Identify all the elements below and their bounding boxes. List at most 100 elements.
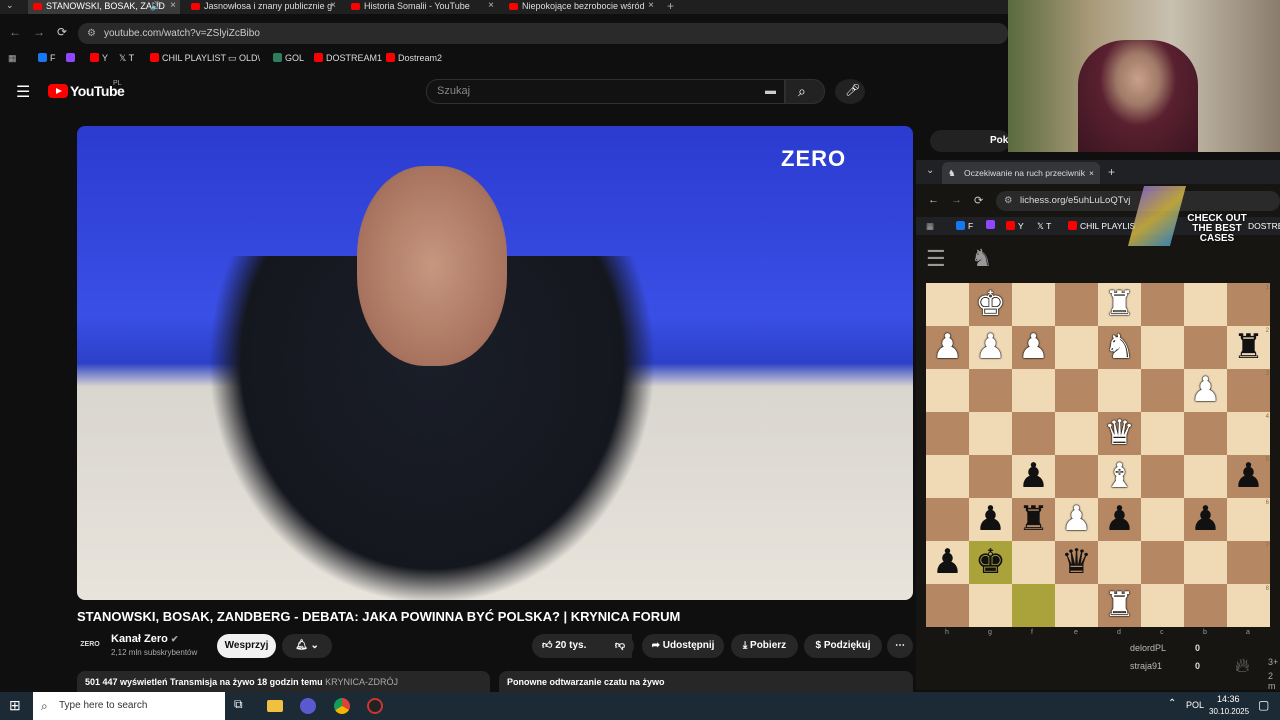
board-square[interactable] bbox=[1055, 326, 1098, 369]
board-square[interactable] bbox=[1184, 283, 1227, 326]
reload-icon[interactable]: ⟳ bbox=[974, 194, 983, 207]
tab-list-menu-icon[interactable]: ⌄ bbox=[6, 0, 14, 11]
bookmark-twitch[interactable] bbox=[66, 50, 78, 66]
address-bar[interactable]: ⚙ youtube.com/watch?v=ZSlyiZcBibo bbox=[78, 23, 1008, 44]
chess-piece[interactable]: ♝ bbox=[1098, 455, 1141, 498]
notifications-icon[interactable]: ▢ bbox=[1258, 698, 1269, 712]
chess-piece[interactable]: ♟ bbox=[1184, 498, 1227, 541]
chess-piece[interactable]: ♟ bbox=[969, 498, 1012, 541]
close-icon[interactable]: × bbox=[648, 0, 654, 12]
board-square[interactable] bbox=[1012, 541, 1055, 584]
board-square[interactable] bbox=[1055, 455, 1098, 498]
board-square[interactable] bbox=[1098, 369, 1141, 412]
board-square[interactable] bbox=[1227, 283, 1270, 326]
chess-piece[interactable]: ♜ bbox=[1098, 584, 1141, 627]
board-square[interactable] bbox=[1055, 369, 1098, 412]
clock-time[interactable]: 14:36 bbox=[1217, 694, 1240, 704]
board-square[interactable] bbox=[926, 584, 969, 627]
board-square[interactable] bbox=[1141, 326, 1184, 369]
board-square[interactable] bbox=[1184, 455, 1227, 498]
board-square[interactable] bbox=[926, 369, 969, 412]
share-button[interactable]: ➦ Udostępnij bbox=[642, 634, 724, 658]
board-square[interactable] bbox=[1012, 283, 1055, 326]
tray-arrow-icon[interactable]: ⌃ bbox=[1168, 698, 1176, 709]
board-square[interactable] bbox=[969, 412, 1012, 455]
chess-piece[interactable]: ♞ bbox=[1098, 326, 1141, 369]
board-square[interactable] bbox=[1055, 584, 1098, 627]
board-square[interactable] bbox=[1227, 541, 1270, 584]
more-button[interactable]: ⋯ bbox=[887, 634, 913, 658]
youtube-logo-icon[interactable] bbox=[48, 84, 68, 98]
board-square[interactable] bbox=[1012, 584, 1055, 627]
chess-piece[interactable]: ♟ bbox=[1012, 455, 1055, 498]
board-square[interactable] bbox=[969, 455, 1012, 498]
voice-search-button[interactable]: 🎤︎ bbox=[835, 79, 865, 104]
board-square[interactable] bbox=[1141, 498, 1184, 541]
chess-piece[interactable]: ♟ bbox=[1098, 498, 1141, 541]
channel-avatar[interactable]: ZERO bbox=[77, 636, 103, 654]
board-square[interactable] bbox=[1141, 369, 1184, 412]
task-view-icon[interactable]: ⧉ bbox=[234, 697, 243, 712]
chess-piece[interactable]: ♟ bbox=[1012, 326, 1055, 369]
board-square[interactable] bbox=[1184, 412, 1227, 455]
dislike-button[interactable]: 👎︎ bbox=[606, 634, 634, 658]
board-square[interactable] bbox=[1141, 412, 1184, 455]
tab-3[interactable]: Niepokojące bezrobocie wśród × bbox=[504, 0, 658, 14]
download-button[interactable]: ⤓ Pobierz bbox=[731, 634, 798, 658]
board-square[interactable] bbox=[1184, 541, 1227, 584]
new-tab-icon[interactable]: + bbox=[1108, 165, 1115, 179]
chess-piece[interactable]: ♟ bbox=[1227, 455, 1270, 498]
back-icon[interactable]: ← bbox=[928, 194, 939, 206]
file-explorer-icon[interactable] bbox=[267, 700, 283, 712]
chess-piece[interactable]: ♟ bbox=[1055, 498, 1098, 541]
close-icon[interactable]: × bbox=[330, 0, 336, 12]
chrome-icon[interactable] bbox=[334, 698, 350, 714]
app-icon[interactable] bbox=[300, 698, 316, 714]
tab-0[interactable]: STANOWSKI, BOSAK, ZAND 🔊 × bbox=[28, 0, 180, 14]
board-square[interactable] bbox=[1055, 283, 1098, 326]
board-square[interactable] bbox=[1012, 412, 1055, 455]
tab-list-menu-icon[interactable]: ⌄ bbox=[926, 165, 934, 176]
bookmark-f[interactable]: F bbox=[956, 217, 973, 235]
chess-piece[interactable]: ♟ bbox=[969, 326, 1012, 369]
board-square[interactable] bbox=[1227, 498, 1270, 541]
bookmark-gol[interactable]: GOL bbox=[273, 50, 304, 66]
chat-replay-header[interactable]: Ponowne odtwarzanie czatu na żywo bbox=[499, 671, 913, 693]
chess-piece[interactable]: ♜ bbox=[1012, 498, 1055, 541]
hamburger-menu-icon[interactable]: ☰ bbox=[16, 82, 30, 102]
forward-icon[interactable]: → bbox=[33, 25, 45, 39]
board-square[interactable] bbox=[1141, 455, 1184, 498]
bookmark-f[interactable]: F bbox=[38, 50, 56, 66]
chess-piece[interactable]: ♟ bbox=[926, 541, 969, 584]
board-square[interactable] bbox=[926, 498, 969, 541]
site-info-icon[interactable]: ⚙ bbox=[1004, 191, 1013, 211]
board-square[interactable] bbox=[1141, 584, 1184, 627]
bookmark-dostream1[interactable]: DOSTREAM1 bbox=[314, 50, 382, 66]
chess-piece[interactable]: ♚ bbox=[969, 541, 1012, 584]
tab-1[interactable]: Jasnowłosa i znany publicznie g × bbox=[186, 0, 340, 14]
taskbar-search[interactable]: ⌕ Type here to search bbox=[33, 692, 225, 720]
board-square[interactable] bbox=[1055, 412, 1098, 455]
bookmark-y[interactable]: Y bbox=[1006, 217, 1024, 235]
board-square[interactable] bbox=[1227, 584, 1270, 627]
chess-piece[interactable]: ♛ bbox=[1098, 412, 1141, 455]
bookmark-t[interactable]: 𝕏 T bbox=[119, 50, 134, 66]
apps-icon[interactable]: ▦ bbox=[8, 50, 17, 66]
bookmark-y[interactable]: Y bbox=[90, 50, 108, 66]
board-square[interactable] bbox=[969, 584, 1012, 627]
chess-piece[interactable]: ♛ bbox=[1055, 541, 1098, 584]
overlay-button[interactable]: Pok bbox=[930, 130, 1010, 152]
chess-board[interactable]: ♚ ♜ ♟ ♟ ♟ ♞ ♜ ♟ ♛ ♟ ♝ ♟ ♟ ♜ ♟ ♟ ♟ ♟ ♚ ♛ ♜ 1 2 3 4 5 6 7 8 bbox=[926, 283, 1270, 627]
notification-button[interactable]: 🔔︎ ⌄ bbox=[282, 634, 332, 658]
board-square[interactable] bbox=[1012, 369, 1055, 412]
bookmark-t[interactable]: 𝕏 T bbox=[1037, 217, 1051, 235]
reload-icon[interactable]: ⟳ bbox=[57, 25, 67, 39]
bookmark-twitch[interactable] bbox=[986, 217, 995, 235]
video-player[interactable]: ZERO bbox=[77, 126, 913, 600]
keyboard-language[interactable]: POL bbox=[1186, 700, 1204, 710]
channel-name[interactable]: Kanał Zero ✔ bbox=[111, 633, 178, 645]
bookmark-chil-playlist[interactable]: CHIL PLAYLIS bbox=[1068, 217, 1135, 235]
clock-date[interactable]: 30.10.2025 bbox=[1209, 707, 1249, 716]
close-icon[interactable]: × bbox=[170, 0, 176, 12]
description-box[interactable]: 501 447 wyświetleń Transmisja na żywo 18… bbox=[77, 671, 490, 693]
